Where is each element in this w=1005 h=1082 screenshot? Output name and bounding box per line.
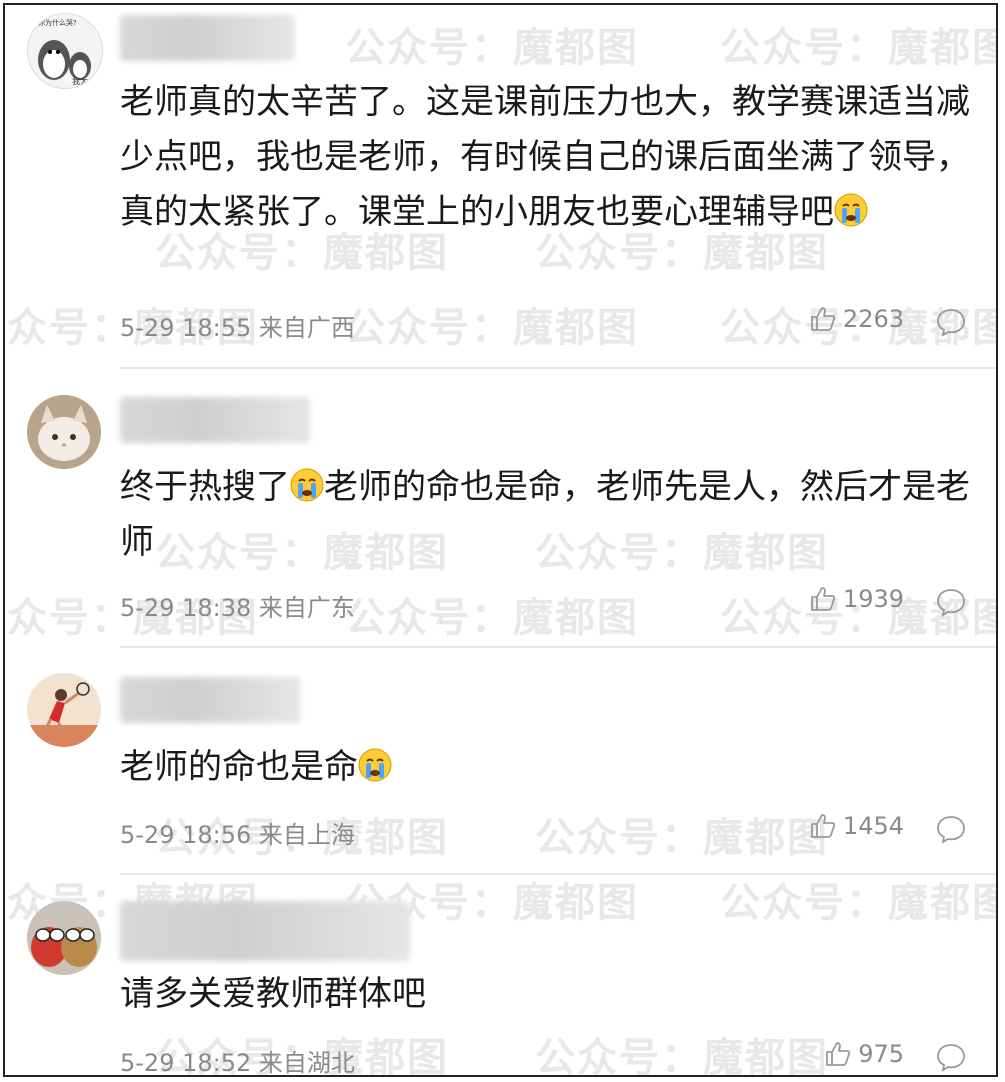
- divider: [120, 646, 996, 648]
- avatar[interactable]: [27, 901, 101, 975]
- like-button[interactable]: 975: [824, 1040, 904, 1068]
- thumbs-up-icon: [811, 307, 836, 331]
- avatar[interactable]: [27, 395, 101, 469]
- crying-face-emoji-icon: [290, 468, 324, 502]
- comment-time: 5-29 18:52: [120, 1049, 252, 1077]
- comment-time: 5-29 18:56: [120, 821, 252, 849]
- comment-location: 来自广东: [258, 594, 355, 622]
- comment-bubble-icon[interactable]: [936, 307, 966, 337]
- watermark: 公众号：魔都图: [345, 595, 639, 641]
- comment-text: 老师真的太辛苦了。这是课前压力也大，教学赛课适当减少点吧，我也是老师，有时候自己…: [120, 75, 980, 240]
- thumbs-up-icon: [811, 814, 836, 838]
- thumbs-up-icon: [826, 1042, 851, 1066]
- comment-location: 来自上海: [258, 821, 355, 849]
- comment-list-panel: 公众号：魔都图 公众号：魔都图 公众号：魔都图 公众号：魔都图 公众号：魔都图 …: [3, 3, 998, 1077]
- comment-location: 来自湖北: [258, 1049, 355, 1077]
- avatar[interactable]: [27, 673, 101, 747]
- comment-text-body: 终于热搜了: [120, 467, 290, 507]
- comment-text-body: 请多关爱教师群体吧: [120, 974, 426, 1014]
- crying-face-emoji-icon: [834, 193, 868, 227]
- crying-face-emoji-icon: [358, 748, 392, 782]
- plush-toys-avatar-icon: [27, 901, 101, 975]
- divider: [120, 367, 996, 369]
- username[interactable]: [120, 397, 310, 443]
- avatar[interactable]: 你为什么哭? 我太: [27, 13, 103, 89]
- divider: [120, 873, 996, 875]
- comment-text: 老师的命也是命: [120, 740, 980, 795]
- username[interactable]: [120, 901, 410, 961]
- like-button[interactable]: 2263: [809, 305, 904, 333]
- like-button[interactable]: 1939: [809, 585, 904, 613]
- comment-meta: 5-29 18:52 来自湖北: [120, 1043, 355, 1077]
- watermark: 公众号：魔都图: [535, 815, 829, 861]
- tennis-player-avatar-icon: [27, 673, 101, 747]
- comment-text: 终于热搜了 老师的命也是命，老师先是人，然后才是老师: [120, 460, 980, 570]
- username[interactable]: [120, 677, 300, 723]
- comment-meta: 5-29 18:38 来自广东: [120, 588, 355, 623]
- cat-avatar-icon: [27, 395, 101, 469]
- comment-meta: 5-29 18:55 来自广西: [120, 308, 355, 343]
- comment-text-body: 老师的命也是命: [120, 747, 358, 787]
- watermark: 公众号：魔都图: [720, 880, 998, 926]
- username[interactable]: [120, 15, 295, 61]
- avatar-caption: 你为什么哭?: [38, 19, 77, 27]
- comment-location: 来自广西: [258, 314, 355, 342]
- comment-bubble-icon[interactable]: [936, 587, 966, 617]
- like-count: 1939: [842, 585, 904, 613]
- like-count: 975: [858, 1040, 904, 1068]
- watermark: 公众号：魔都图: [535, 1035, 829, 1077]
- avatar-caption: 我太: [72, 77, 88, 86]
- comment-item: 你为什么哭? 我太 老师真的太辛苦了。这是课前压力也大，教学赛课适当减少点吧，我…: [5, 5, 996, 369]
- like-button[interactable]: 1454: [809, 812, 904, 840]
- comment-meta: 5-29 18:56 来自上海: [120, 815, 355, 850]
- like-count: 1454: [842, 812, 904, 840]
- comment-bubble-icon[interactable]: [936, 1042, 966, 1072]
- comment-time: 5-29 18:38: [120, 594, 252, 622]
- like-count: 2263: [842, 305, 904, 333]
- comment-time: 5-29 18:55: [120, 314, 252, 342]
- thumbs-up-icon: [811, 587, 836, 611]
- comment-text: 请多关爱教师群体吧: [120, 967, 980, 1022]
- comment-bubble-icon[interactable]: [936, 814, 966, 844]
